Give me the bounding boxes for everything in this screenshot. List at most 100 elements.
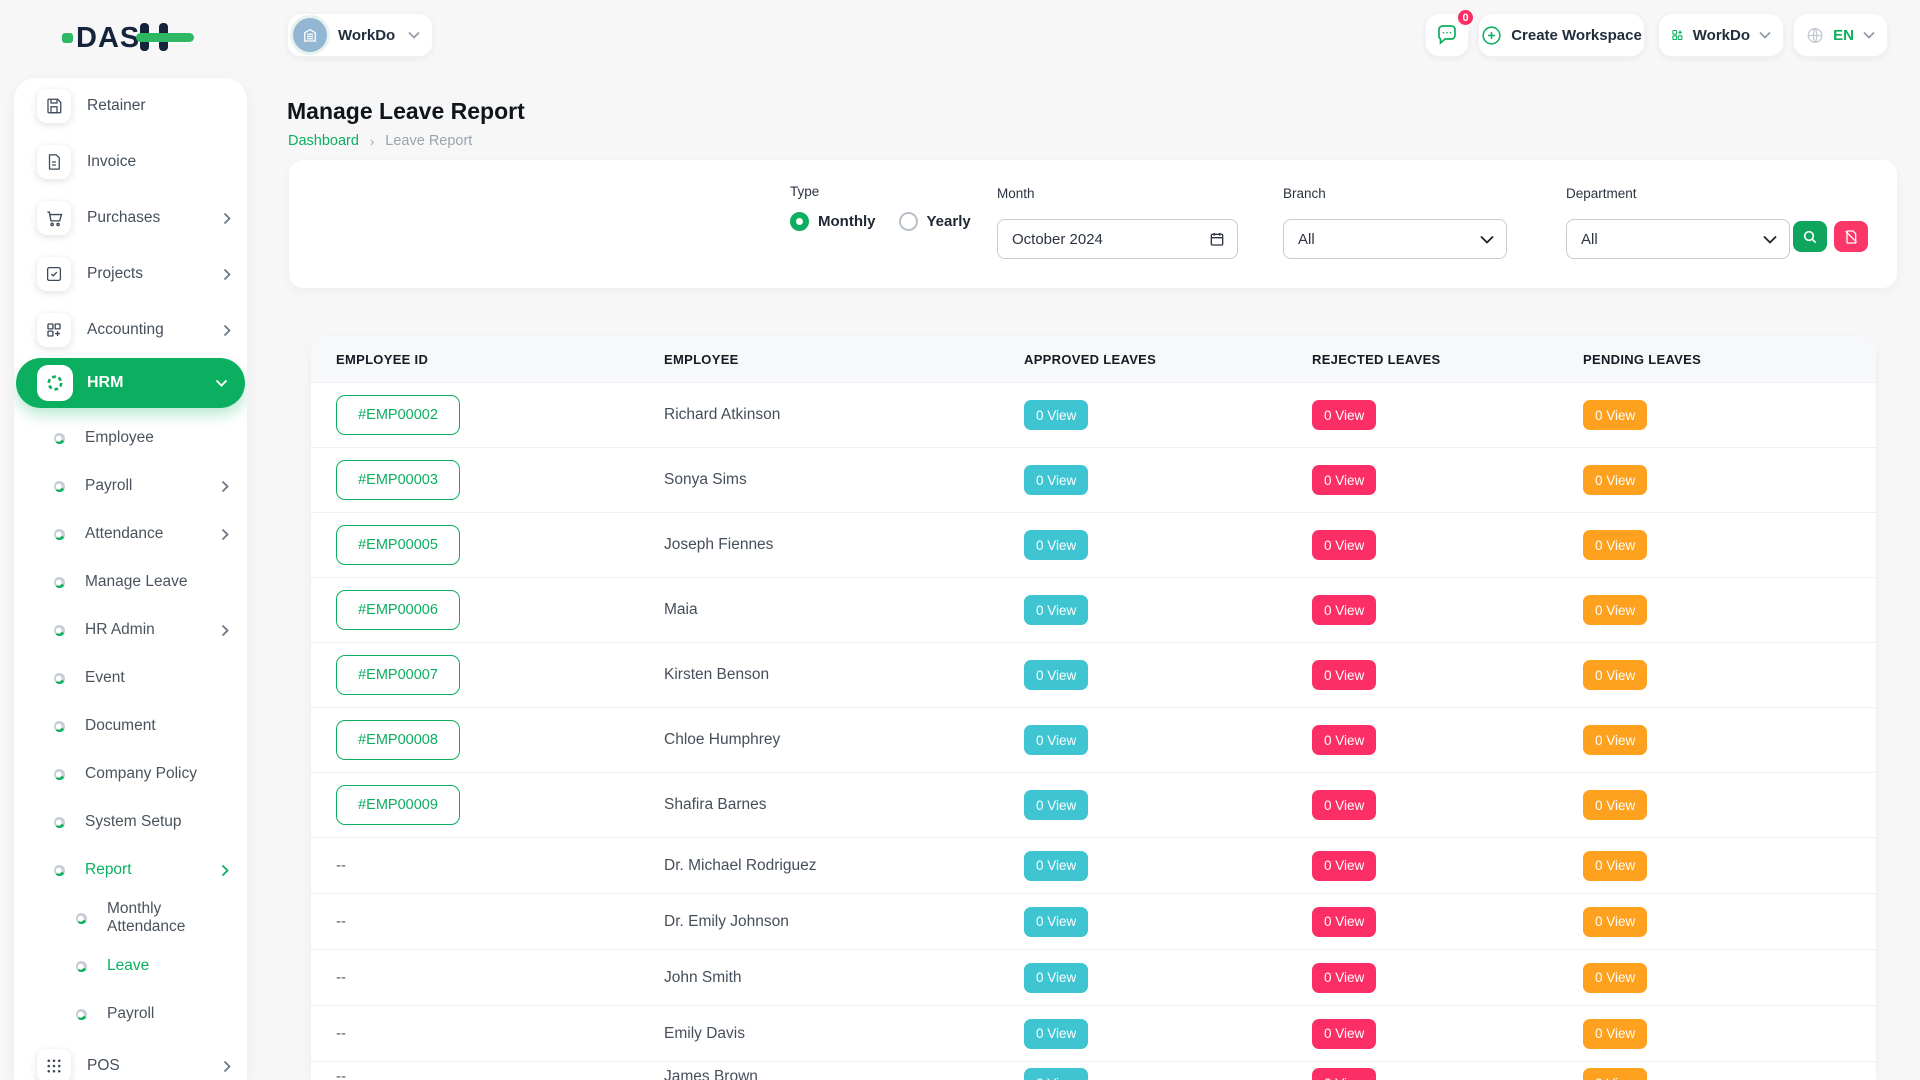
pending-view-badge[interactable]: 0 View bbox=[1583, 790, 1647, 820]
pending-view-badge[interactable]: 0 View bbox=[1583, 963, 1647, 993]
chevron-right-icon bbox=[221, 624, 229, 637]
rejected-view-badge[interactable]: 0 View bbox=[1312, 1068, 1376, 1080]
pending-view-badge[interactable]: 0 View bbox=[1583, 907, 1647, 937]
sidebar-subitem-payroll[interactable]: Payroll bbox=[14, 990, 247, 1038]
sidebar-subitem-manage-leave[interactable]: Manage Leave bbox=[14, 558, 247, 606]
rejected-view-badge[interactable]: 0 View bbox=[1312, 400, 1376, 430]
cell-pending-leaves: 0 View bbox=[1583, 1068, 1876, 1080]
pending-view-badge[interactable]: 0 View bbox=[1583, 465, 1647, 495]
pending-view-badge[interactable]: 0 View bbox=[1583, 851, 1647, 881]
cell-employee-name: Joseph Fiennes bbox=[664, 536, 1024, 554]
file-off-icon bbox=[1843, 229, 1859, 245]
sidebar-item-invoice[interactable]: Invoice bbox=[14, 134, 247, 190]
pending-view-badge[interactable]: 0 View bbox=[1583, 1068, 1647, 1080]
sidebar-subitem-document[interactable]: Document bbox=[14, 702, 247, 750]
rejected-view-badge[interactable]: 0 View bbox=[1312, 963, 1376, 993]
sidebar-item-purchases[interactable]: Purchases bbox=[14, 190, 247, 246]
rejected-view-badge[interactable]: 0 View bbox=[1312, 851, 1376, 881]
sidebar-subitem-employee[interactable]: Employee bbox=[14, 414, 247, 462]
chevron-right-icon bbox=[223, 1060, 231, 1073]
sidebar-subitem-hr-admin[interactable]: HR Admin bbox=[14, 606, 247, 654]
approved-view-badge[interactable]: 0 View bbox=[1024, 725, 1088, 755]
radio-monthly[interactable]: Monthly bbox=[790, 212, 876, 231]
sidebar-subitem-report[interactable]: Report bbox=[14, 846, 247, 894]
workspace-selector[interactable]: WorkDo bbox=[287, 13, 433, 57]
pending-view-badge[interactable]: 0 View bbox=[1583, 1019, 1647, 1049]
employee-id-chip[interactable]: #EMP00003 bbox=[336, 460, 460, 500]
breadcrumb-dashboard-link[interactable]: Dashboard bbox=[288, 133, 359, 149]
sidebar-subitem-attendance[interactable]: Attendance bbox=[14, 510, 247, 558]
pending-view-badge[interactable]: 0 View bbox=[1583, 660, 1647, 690]
messages-count-badge: 0 bbox=[1456, 8, 1475, 27]
rejected-view-badge[interactable]: 0 View bbox=[1312, 530, 1376, 560]
create-workspace-button[interactable]: Create Workspace bbox=[1478, 13, 1645, 57]
approved-view-badge[interactable]: 0 View bbox=[1024, 851, 1088, 881]
approved-view-badge[interactable]: 0 View bbox=[1024, 660, 1088, 690]
sidebar-subitem-leave[interactable]: Leave bbox=[14, 942, 247, 990]
sidebar-subitem-label: System Setup bbox=[85, 813, 229, 831]
cell-pending-leaves: 0 View bbox=[1583, 963, 1876, 993]
approved-view-badge[interactable]: 0 View bbox=[1024, 1068, 1088, 1080]
employee-id-chip[interactable]: #EMP00002 bbox=[336, 395, 460, 435]
sidebar-subitem-payroll[interactable]: Payroll bbox=[14, 462, 247, 510]
workdo-menu-label: WorkDo bbox=[1693, 27, 1750, 44]
sidebar-subitem-event[interactable]: Event bbox=[14, 654, 247, 702]
bullet-icon bbox=[52, 718, 67, 733]
app-logo[interactable]: DAS bbox=[62, 20, 194, 54]
pending-view-badge[interactable]: 0 View bbox=[1583, 595, 1647, 625]
employee-id-chip[interactable]: #EMP00007 bbox=[336, 655, 460, 695]
approved-view-badge[interactable]: 0 View bbox=[1024, 963, 1088, 993]
messages-button[interactable]: 0 bbox=[1425, 13, 1469, 57]
sidebar-subitem-label: Report bbox=[85, 861, 221, 879]
bullet-icon bbox=[74, 1006, 89, 1021]
employee-id-chip[interactable]: #EMP00006 bbox=[336, 590, 460, 630]
rejected-view-badge[interactable]: 0 View bbox=[1312, 907, 1376, 937]
rejected-view-badge[interactable]: 0 View bbox=[1312, 660, 1376, 690]
radio-yearly[interactable]: Yearly bbox=[899, 212, 971, 231]
month-input[interactable]: October 2024 bbox=[997, 219, 1238, 259]
cell-rejected-leaves: 0 View bbox=[1312, 790, 1583, 820]
reset-filter-button[interactable] bbox=[1834, 221, 1868, 252]
employee-id-chip[interactable]: #EMP00005 bbox=[336, 525, 460, 565]
filter-card: Type Monthly Yearly Month October 2024 B… bbox=[289, 160, 1897, 288]
sidebar-item-retainer[interactable]: Retainer bbox=[14, 78, 247, 134]
approved-view-badge[interactable]: 0 View bbox=[1024, 790, 1088, 820]
search-button[interactable] bbox=[1793, 221, 1827, 252]
sidebar-hrm-children: Employee Payroll Attendance Manage Leave… bbox=[14, 414, 247, 894]
sidebar-item-label: Projects bbox=[87, 265, 223, 283]
cell-employee-name: Dr. Emily Johnson bbox=[664, 913, 1024, 931]
sidebar-subitem-monthly-attendance[interactable]: Monthly Attendance bbox=[14, 894, 247, 942]
cell-employee-name: Dr. Michael Rodriguez bbox=[664, 857, 1024, 875]
sidebar-item-hrm[interactable]: HRM bbox=[16, 358, 245, 408]
pending-view-badge[interactable]: 0 View bbox=[1583, 400, 1647, 430]
rejected-view-badge[interactable]: 0 View bbox=[1312, 465, 1376, 495]
pending-view-badge[interactable]: 0 View bbox=[1583, 725, 1647, 755]
svg-text:DAS: DAS bbox=[76, 22, 140, 54]
approved-view-badge[interactable]: 0 View bbox=[1024, 530, 1088, 560]
department-value: All bbox=[1581, 231, 1763, 248]
department-select[interactable]: All bbox=[1566, 219, 1790, 259]
rejected-view-badge[interactable]: 0 View bbox=[1312, 1019, 1376, 1049]
sidebar-item-pos[interactable]: POS bbox=[14, 1038, 247, 1080]
rejected-view-badge[interactable]: 0 View bbox=[1312, 595, 1376, 625]
language-selector[interactable]: EN bbox=[1793, 13, 1888, 57]
approved-view-badge[interactable]: 0 View bbox=[1024, 465, 1088, 495]
cell-pending-leaves: 0 View bbox=[1583, 400, 1876, 430]
sidebar-subitem-system-setup[interactable]: System Setup bbox=[14, 798, 247, 846]
approved-view-badge[interactable]: 0 View bbox=[1024, 1019, 1088, 1049]
approved-view-badge[interactable]: 0 View bbox=[1024, 595, 1088, 625]
sidebar-subitem-company-policy[interactable]: Company Policy bbox=[14, 750, 247, 798]
sidebar-item-accounting[interactable]: Accounting bbox=[14, 302, 247, 358]
col-employee: EMPLOYEE bbox=[664, 352, 1024, 367]
pending-view-badge[interactable]: 0 View bbox=[1583, 530, 1647, 560]
employee-id-chip[interactable]: #EMP00008 bbox=[336, 720, 460, 760]
rejected-view-badge[interactable]: 0 View bbox=[1312, 790, 1376, 820]
sidebar-item-projects[interactable]: Projects bbox=[14, 246, 247, 302]
bullet-icon bbox=[52, 622, 67, 637]
workdo-menu-button[interactable]: WorkDo bbox=[1658, 13, 1784, 57]
employee-id-chip[interactable]: #EMP00009 bbox=[336, 785, 460, 825]
rejected-view-badge[interactable]: 0 View bbox=[1312, 725, 1376, 755]
approved-view-badge[interactable]: 0 View bbox=[1024, 907, 1088, 937]
approved-view-badge[interactable]: 0 View bbox=[1024, 400, 1088, 430]
branch-select[interactable]: All bbox=[1283, 219, 1507, 259]
